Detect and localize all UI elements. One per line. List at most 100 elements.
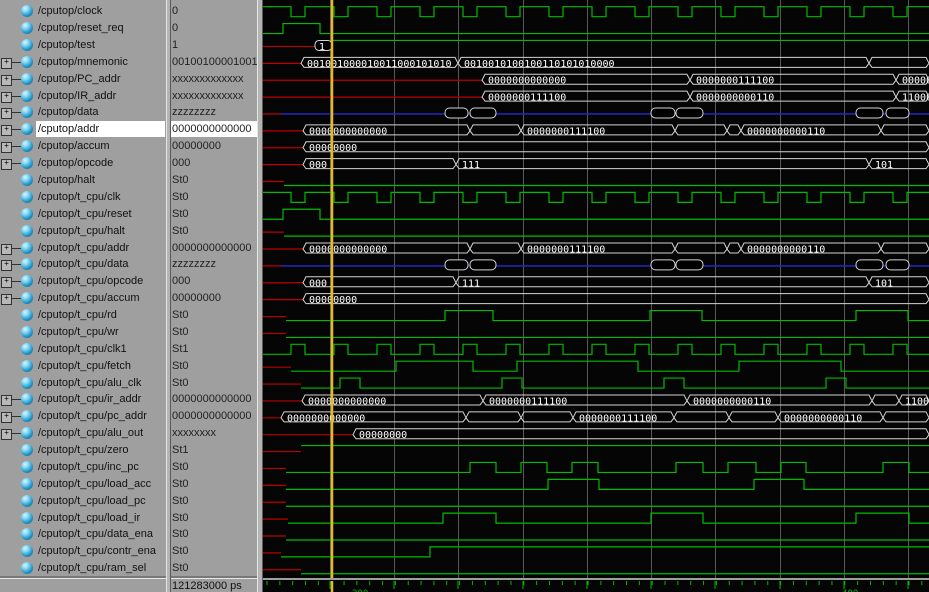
expand-icon[interactable]: + (1, 125, 12, 136)
waveform-pane[interactable]: 1001001000010011000101010001001010010011… (263, 0, 929, 578)
signal-value: 000 (172, 157, 190, 169)
signal-name: /cputop/t_cpu/wr (38, 326, 119, 338)
signal-icon (21, 106, 33, 118)
bus-value-label: 11000 (902, 93, 929, 104)
wave-row-/cputop/addr: 000000000000000000001111000000000000110 (263, 125, 929, 138)
signal-row[interactable]: /cputop/t_cpu/resetSt0 (0, 206, 263, 223)
signal-row[interactable]: /cputop/haltSt0 (0, 172, 263, 189)
signal-row[interactable]: /cputop/t_cpu/wr St0 (0, 324, 263, 341)
expand-icon[interactable]: + (1, 294, 12, 305)
signal-row[interactable]: /cputop/t_cpu/fetchSt0 (0, 358, 263, 375)
wave-row-/cputop/t_cpu/pc_addr: 000000000000000000001111000000000000110 (263, 412, 929, 425)
signal-name: /cputop/t_cpu/ram_sel (38, 562, 146, 574)
bus-bubble (651, 108, 675, 118)
signal-row[interactable]: /cputop/t_cpu/load_accSt0 (0, 476, 263, 493)
expand-icon[interactable]: + (1, 92, 12, 103)
expand-icon[interactable]: + (1, 277, 12, 288)
signal-row[interactable]: +/cputop/t_cpu/datazzzzzzzz (0, 256, 263, 273)
signal-icon (21, 393, 33, 405)
signal-icon (21, 478, 33, 490)
signal-row[interactable]: /cputop/t_cpu/rdSt0 (0, 307, 263, 324)
bus-value-label: 0010010100100110101010000 (464, 59, 615, 70)
signal-value: St0 (172, 461, 189, 473)
wave-row-/cputop/t_cpu/alu_out: 00000000 (263, 429, 929, 442)
expand-icon[interactable]: + (1, 395, 12, 406)
expand-icon[interactable]: + (1, 260, 12, 271)
signal-row[interactable]: /cputop/t_cpu/clk1St1 (0, 341, 263, 358)
signal-row[interactable]: /cputop/t_cpu/contr_enaSt0 (0, 543, 263, 560)
signal-row[interactable]: /cputop/t_cpu/alu_clkSt0 (0, 375, 263, 392)
signal-name: /cputop/t_cpu/contr_ena (38, 545, 156, 557)
signal-icon (21, 73, 33, 85)
signal-name: /cputop/t_cpu/load_pc (38, 495, 146, 507)
signal-row[interactable]: /cputop/t_cpu/zeroSt1 (0, 442, 263, 459)
expand-icon[interactable]: + (1, 244, 12, 255)
signal-row[interactable]: +/cputop/addr0000000000000 (0, 121, 263, 138)
status-bar: 121283000 ps (0, 578, 263, 592)
signal-name: /cputop/opcode (38, 157, 113, 169)
signal-row[interactable]: /cputop/t_cpu/data_enaSt0 (0, 526, 263, 543)
signal-name: /cputop/t_cpu/reset (38, 208, 132, 220)
signal-value: St1 (172, 343, 189, 355)
wave-row-/cputop/t_cpu/ir_addr: 0000000000000000000011110000000000001101… (263, 395, 929, 408)
signal-row[interactable]: +/cputop/accum00000000 (0, 138, 263, 155)
expand-icon[interactable]: + (1, 75, 12, 86)
signal-row[interactable]: /cputop/reset_req0 (0, 20, 263, 37)
signal-name: /cputop/t_cpu/alu_clk (38, 377, 141, 389)
column-splitter-values-wave[interactable] (257, 0, 263, 592)
signal-value: St0 (172, 326, 189, 338)
signal-value: St0 (172, 309, 189, 321)
expand-icon[interactable]: + (1, 159, 12, 170)
tree-connector (11, 163, 21, 164)
expand-icon[interactable]: + (1, 108, 12, 119)
signal-row[interactable]: /cputop/clock0 (0, 3, 263, 20)
signal-row[interactable]: +/cputop/t_cpu/alu_outxxxxxxxx (0, 425, 263, 442)
tree-connector (11, 129, 21, 130)
column-splitter-names-values[interactable] (166, 0, 171, 592)
signal-name: /cputop/halt (38, 174, 95, 186)
signal-row[interactable]: /cputop/t_cpu/load_irSt0 (0, 510, 263, 527)
wave-row-/cputop/IR_addr: 0000000111100000000000011011000 (263, 91, 929, 104)
wave-row-/cputop/t_cpu/data (263, 260, 929, 270)
signal-row[interactable]: /cputop/t_cpu/clkSt0 (0, 189, 263, 206)
signal-row[interactable]: +/cputop/t_cpu/opcode000 (0, 273, 263, 290)
bus-bubble (856, 108, 883, 118)
signal-row[interactable]: /cputop/t_cpu/inc_pcSt0 (0, 459, 263, 476)
signal-value: 00100100001001 (172, 56, 258, 68)
signal-row[interactable]: +/cputop/IR_addrxxxxxxxxxxxxx (0, 88, 263, 105)
tree-connector (11, 112, 21, 113)
wave-row-/cputop/t_cpu/fetch (263, 361, 929, 371)
wave-row-/cputop/t_cpu/reset (263, 209, 929, 219)
signal-row[interactable]: +/cputop/t_cpu/accum00000000 (0, 290, 263, 307)
expand-icon[interactable]: + (1, 429, 12, 440)
tree-connector (11, 281, 21, 282)
expand-icon[interactable]: + (1, 412, 12, 423)
signal-row[interactable]: /cputop/t_cpu/ram_selSt0 (0, 560, 263, 577)
signal-row[interactable]: +/cputop/t_cpu/pc_addr0000000000000 (0, 408, 263, 425)
tree-connector (11, 264, 21, 265)
signal-value: St0 (172, 360, 189, 372)
expand-icon[interactable]: + (1, 58, 12, 69)
signal-name: /cputop/t_cpu/clk (38, 191, 121, 203)
timeline-ruler[interactable]: 200400 (263, 578, 929, 592)
signal-row[interactable]: +/cputop/mnemonic00100100001001 (0, 54, 263, 71)
tree-connector (11, 96, 21, 97)
signal-name: /cputop/t_cpu/pc_addr (38, 410, 147, 422)
signal-icon (21, 275, 33, 287)
signal-value: St0 (172, 478, 189, 490)
bus-bubble (886, 260, 909, 270)
signal-row[interactable]: +/cputop/t_cpu/addr0000000000000 (0, 240, 263, 257)
signal-value: St0 (172, 512, 189, 524)
signal-row[interactable]: +/cputop/datazzzzzzzz (0, 104, 263, 121)
wave-row-/cputop/t_cpu/wr (263, 333, 929, 337)
signal-row[interactable]: /cputop/t_cpu/load_pcSt0 (0, 493, 263, 510)
signal-name: /cputop/t_cpu/opcode (38, 275, 143, 287)
signal-name-panel: /cputop/clock0/cputop/reset_req0/cputop/… (0, 0, 263, 578)
signal-row[interactable]: + /cputop/opcode 000 (0, 155, 263, 172)
signal-row[interactable]: /cputop/t_cpu/haltSt0 (0, 223, 263, 240)
expand-icon[interactable]: + (1, 142, 12, 153)
wave-row-/cputop/t_cpu/clk1 (263, 344, 929, 354)
signal-row[interactable]: +/cputop/t_cpu/ir_addr0000000000000 (0, 391, 263, 408)
signal-row[interactable]: /cputop/test1 (0, 37, 263, 54)
signal-row[interactable]: +/cputop/PC_addrxxxxxxxxxxxxx (0, 71, 263, 88)
